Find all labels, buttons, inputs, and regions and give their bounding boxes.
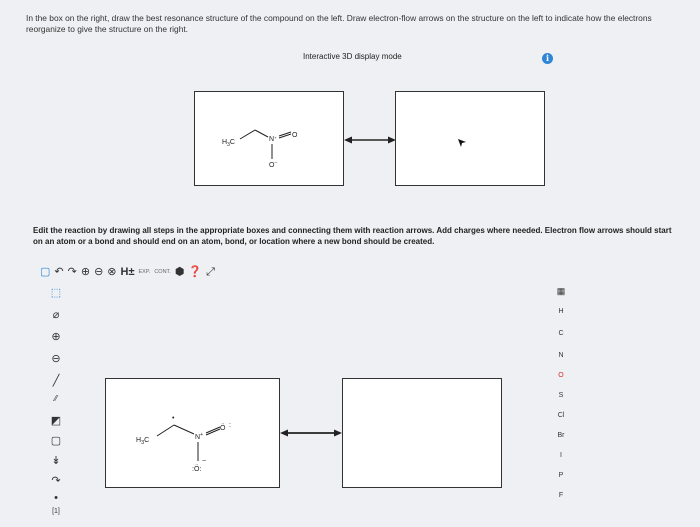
element-s[interactable]: S xyxy=(548,392,574,399)
editor-molecule: H3C • N+ Ö : :Ö: − xyxy=(136,415,231,473)
zoom-fit-icon[interactable]: ⊗ xyxy=(107,265,116,279)
fullscreen-icon[interactable]: ⤢ xyxy=(206,265,215,279)
bond-tool[interactable]: ╱ xyxy=(46,374,66,387)
lone-pair-tool[interactable]: • xyxy=(46,492,66,504)
editor-o-bottom-label: :Ö: xyxy=(192,465,201,473)
eraser-tool[interactable]: ⌀ xyxy=(46,308,66,321)
element-o[interactable]: O xyxy=(548,372,574,379)
curved-arrow-tool[interactable]: ↷ xyxy=(46,474,66,487)
chain-tool[interactable]: ⁄⁄ xyxy=(46,394,66,403)
periodic-table-icon[interactable]: ▦ xyxy=(548,286,574,297)
editor-left-box[interactable]: H3C • N+ Ö : :Ö: − xyxy=(105,378,280,488)
preview-molecule: H3C N+ O O− xyxy=(222,129,298,169)
zoom-in-icon[interactable]: ⊕ xyxy=(81,265,90,279)
preview-resonance-arrow xyxy=(344,136,396,144)
negative-charge-tool[interactable]: ⊖ xyxy=(46,352,66,365)
preview-ch3-label: H3C xyxy=(222,139,235,148)
edit-instructions: Edit the reaction by drawing all steps i… xyxy=(33,226,672,246)
info-icon[interactable]: ⬢ xyxy=(175,265,185,279)
expand-icon[interactable]: EXP. xyxy=(138,265,150,279)
new-document-icon[interactable]: ▢ xyxy=(40,265,50,279)
preview-o-bottom-label: O− xyxy=(269,160,277,169)
element-c[interactable]: C xyxy=(548,330,574,337)
element-h[interactable]: H xyxy=(548,308,574,315)
question-instructions: In the box on the right, draw the best r… xyxy=(26,13,652,34)
cursor-icon xyxy=(458,139,466,147)
element-n[interactable]: N xyxy=(548,352,574,359)
element-i[interactable]: I xyxy=(548,452,574,459)
preview-n-label: N+ xyxy=(269,135,277,143)
svg-text::: : xyxy=(229,422,231,429)
rectangle-tool[interactable]: ▢ xyxy=(46,434,66,447)
info-icon[interactable]: i xyxy=(542,53,553,64)
editor-o-top-label: Ö xyxy=(220,424,226,432)
positive-charge-tool[interactable]: ⊕ xyxy=(46,330,66,343)
display-mode-label[interactable]: Interactive 3D display mode xyxy=(303,52,402,61)
undo-icon[interactable]: ↶ xyxy=(54,265,63,279)
help-icon[interactable]: ❓ xyxy=(188,265,202,279)
svg-text:•: • xyxy=(172,415,175,422)
element-p[interactable]: P xyxy=(548,472,574,479)
svg-text:−: − xyxy=(202,458,206,465)
ring-tool[interactable]: ◩ xyxy=(46,414,66,427)
element-cl[interactable]: Cl xyxy=(548,412,574,419)
preview-left-box: H3C N+ O O− xyxy=(194,91,344,186)
redo-icon[interactable]: ↷ xyxy=(68,265,77,279)
preview-right-box xyxy=(395,91,545,186)
editor-n-label: N+ xyxy=(195,432,203,441)
preview-o-top-label: O xyxy=(292,132,298,139)
editor-right-box[interactable] xyxy=(342,378,502,488)
element-f[interactable]: F xyxy=(548,492,574,499)
editor-toolbar: ▢ ↶ ↷ ⊕ ⊖ ⊗ H± EXP. CONT. ⬢ ❓ ⤢ xyxy=(40,261,219,283)
hydrogen-toggle-icon[interactable]: H± xyxy=(121,265,135,279)
editor-ch3-label: H3C xyxy=(136,437,149,446)
bracket-tool-label[interactable]: [1] xyxy=(46,508,66,515)
element-br[interactable]: Br xyxy=(548,432,574,439)
editor-resonance-arrow[interactable] xyxy=(280,428,342,438)
arrow-tool[interactable]: ↡ xyxy=(46,454,66,467)
contract-icon[interactable]: CONT. xyxy=(154,265,171,279)
select-tool[interactable]: ⬚ xyxy=(46,286,66,299)
zoom-out-icon[interactable]: ⊖ xyxy=(94,265,103,279)
